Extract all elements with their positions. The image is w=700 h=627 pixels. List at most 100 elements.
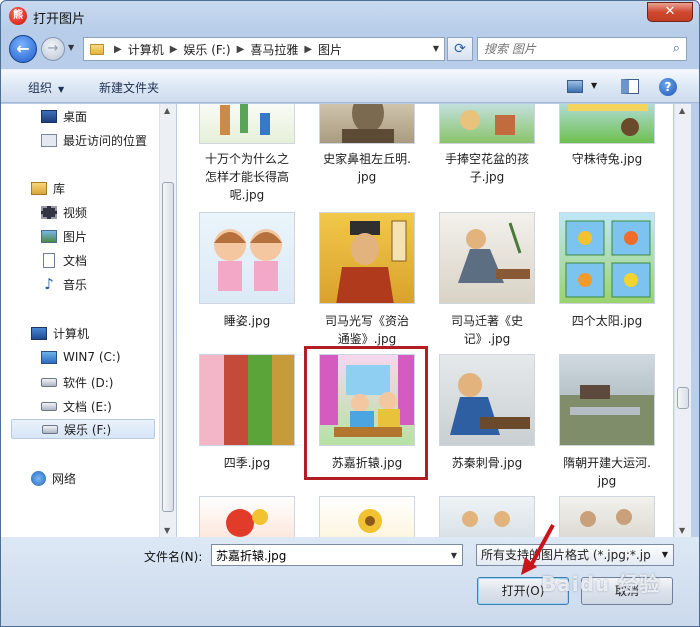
recent-locations-dropdown-icon[interactable]: ▼ (68, 43, 74, 52)
rabbit-tree-thumbnail-icon (568, 104, 648, 136)
filename-combobox[interactable]: ▼ (211, 544, 463, 566)
breadcrumb-himalaya[interactable]: 喜马拉雅 (250, 41, 298, 58)
window-title: 打开图片 (33, 12, 86, 27)
sima-guang-thumbnail-icon (336, 220, 407, 303)
documents-icon (43, 252, 55, 268)
breadcrumb-pictures[interactable]: 图片 (318, 41, 342, 58)
file-thumbnail (439, 212, 535, 304)
file-thumbnail (319, 212, 415, 304)
sidebar-item-label: 计算机 (53, 326, 90, 341)
sidebar-item-videos[interactable]: 视频 (41, 202, 87, 222)
folder-icon (90, 43, 104, 55)
search-input[interactable] (478, 38, 658, 60)
search-box[interactable]: ⌕ (477, 37, 687, 61)
file-name: jpg (597, 474, 617, 488)
breadcrumb-separator-icon[interactable]: ▶ (170, 44, 178, 55)
sidebar-item-computer[interactable]: 计算机 (31, 323, 89, 343)
close-button[interactable]: ✕ (647, 2, 693, 22)
filetype-dropdown-icon[interactable]: ▼ (662, 545, 668, 565)
sidebar-item-drive-f[interactable]: 娱乐 (F:) (11, 419, 155, 439)
sidebar-item-recent-places[interactable]: 最近访问的位置 (41, 130, 147, 150)
file-name: jpg (357, 170, 377, 184)
chevron-down-icon: ▼ (58, 85, 65, 94)
preview-pane-icon[interactable] (621, 79, 639, 94)
file-thumbnail[interactable] (319, 496, 415, 537)
sidebar-item-drive-c[interactable]: WIN7 (C:) (41, 347, 121, 367)
lion-dance-thumbnail-icon (226, 509, 268, 537)
portrait-thumbnail-icon (342, 104, 394, 143)
sidebar-item-pictures[interactable]: 图片 (41, 226, 87, 246)
kids-growing-thumbnail-icon (220, 104, 270, 135)
scroll-down-icon[interactable]: ▼ (679, 526, 685, 535)
new-folder-button[interactable]: 新建文件夹 (99, 79, 159, 96)
sleeping-girls-thumbnail-icon (214, 229, 282, 291)
file-thumbnail (199, 354, 295, 446)
selection-highlight-frame (304, 346, 428, 480)
recent-places-icon (41, 133, 57, 147)
filename-dropdown-icon[interactable]: ▼ (451, 551, 457, 560)
flowerpot-thumbnail-icon (460, 110, 515, 135)
sidebar-item-music[interactable]: ♪ 音乐 (41, 274, 87, 294)
file-thumbnail (319, 104, 415, 144)
sidebar-item-network[interactable]: 网络 (31, 468, 76, 488)
scroll-up-icon[interactable]: ▲ (679, 106, 685, 115)
navigation-pane-scrollbar[interactable]: ▲ ▼ (159, 104, 176, 537)
back-button[interactable]: ← (9, 35, 37, 63)
organize-button[interactable]: 组织 ▼ (28, 79, 64, 96)
breadcrumb-separator-icon[interactable]: ▶ (237, 44, 245, 55)
file-thumbnail (559, 354, 655, 446)
view-options-chevron-icon[interactable]: ▼ (591, 81, 597, 90)
file-name: 四季.jpg (223, 456, 271, 470)
sunflower-thumbnail-icon (358, 509, 382, 533)
change-view-icon[interactable] (567, 80, 583, 93)
sidebar-item-documents[interactable]: 文档 (41, 250, 87, 270)
filename-label: 文件名(N): (144, 550, 203, 564)
drive-icon (41, 401, 57, 411)
sidebar-item-label: 文档 (E:) (63, 399, 112, 414)
sidebar-item-label: 图片 (63, 229, 88, 244)
video-icon (41, 205, 57, 219)
filetype-select[interactable]: 所有支持的图片格式 (*.jpg;*.jp ▼ (476, 544, 674, 566)
breadcrumb-drive-f[interactable]: 娱乐 (F:) (183, 41, 230, 58)
search-icon[interactable]: ⌕ (673, 41, 680, 56)
sidebar-item-label: 桌面 (63, 109, 88, 124)
file-name: 呢.jpg (229, 188, 265, 202)
scroll-down-icon[interactable]: ▼ (164, 526, 170, 535)
sidebar-item-label: 网络 (52, 471, 77, 486)
breadcrumb-separator-icon[interactable]: ▶ (114, 44, 122, 55)
breadcrumb-computer[interactable]: 计算机 (128, 41, 164, 58)
forward-button[interactable]: → (41, 37, 65, 61)
refresh-button[interactable]: ⟳ (447, 37, 473, 61)
sidebar-item-libraries[interactable]: 库 (31, 178, 65, 198)
sidebar-item-label: 娱乐 (F:) (64, 422, 112, 437)
network-icon (31, 470, 46, 486)
scroll-up-icon[interactable]: ▲ (164, 106, 170, 115)
file-thumbnail[interactable] (199, 496, 295, 537)
su-qin-thumbnail-icon (450, 373, 530, 435)
navigation-bar: ← → ▼ ▶ 计算机 ▶ 娱乐 (F:) ▶ 喜马拉雅 ▶ 图片 ▼ ⟳ ⌕ (1, 33, 699, 65)
filename-input[interactable] (212, 545, 442, 565)
sidebar-item-drive-e[interactable]: 文档 (E:) (41, 396, 112, 416)
four-suns-thumbnail-icon (565, 220, 651, 298)
sidebar-item-label: 库 (53, 181, 66, 196)
bear-app-icon: 熊 (9, 7, 27, 25)
file-name: 怎样才能长得高 (204, 170, 289, 184)
file-list-scrollbar[interactable]: ▲ ▼ (674, 104, 691, 537)
sidebar-item-desktop[interactable]: 桌面 (41, 106, 87, 126)
computer-icon (31, 326, 47, 340)
file-name: 手捧空花盆的孩 (444, 152, 529, 166)
breadcrumb-separator-icon[interactable]: ▶ (304, 44, 312, 55)
sidebar-item-label: 最近访问的位置 (63, 133, 148, 148)
file-thumbnail[interactable] (559, 496, 655, 537)
organize-label: 组织 (28, 81, 53, 95)
file-list-scroll-thumb[interactable] (677, 387, 689, 409)
help-icon[interactable]: ? (659, 78, 677, 96)
file-name: 记》.jpg (463, 332, 511, 346)
address-bar[interactable]: ▶ 计算机 ▶ 娱乐 (F:) ▶ 喜马拉雅 ▶ 图片 ▼ (83, 37, 445, 61)
address-dropdown-icon[interactable]: ▼ (433, 44, 439, 53)
sidebar-item-label: 文档 (63, 253, 88, 268)
file-name: 苏秦刺骨.jpg (451, 456, 523, 470)
sidebar-item-drive-d[interactable]: 软件 (D:) (41, 372, 113, 392)
navigation-pane-scroll-thumb[interactable] (162, 182, 174, 512)
file-name: 四个太阳.jpg (571, 314, 643, 328)
